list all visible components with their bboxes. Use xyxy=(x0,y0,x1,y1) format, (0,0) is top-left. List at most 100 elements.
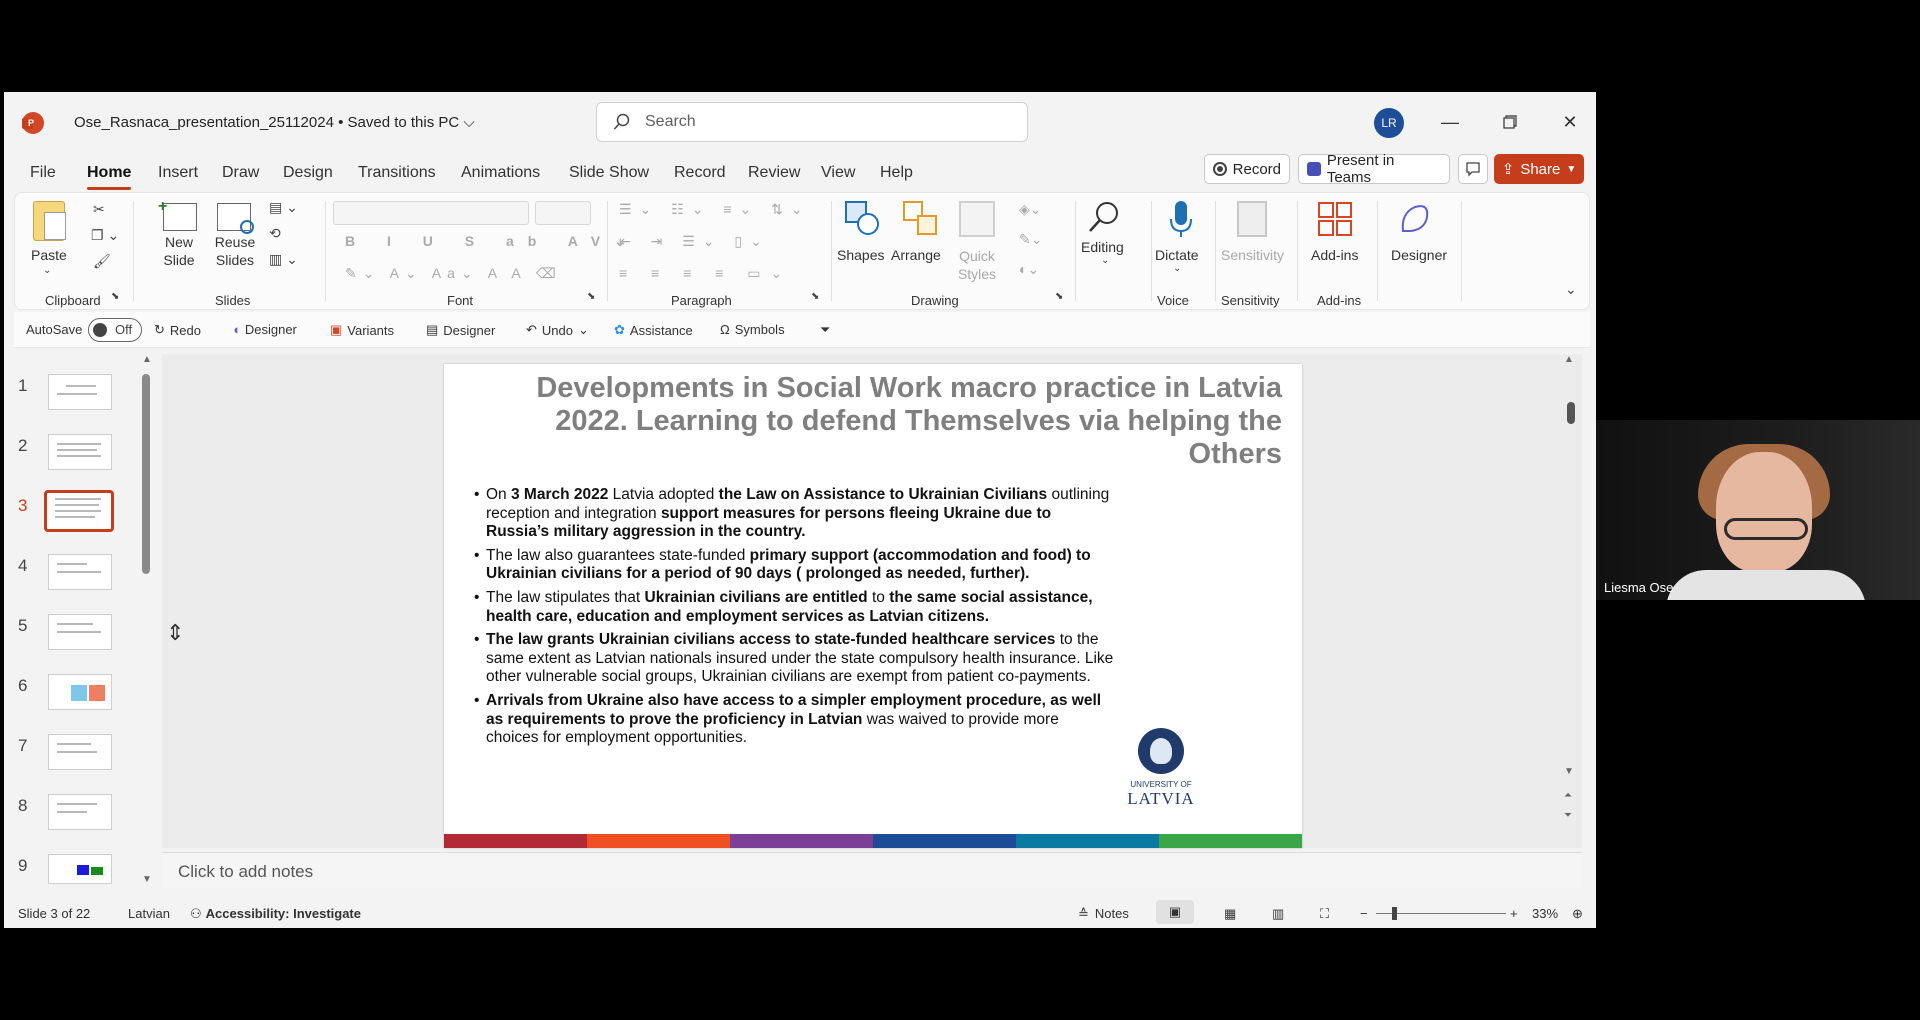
minimize-icon[interactable]: — xyxy=(1430,104,1470,140)
copy-icon[interactable]: ❐ ⌄ xyxy=(91,227,119,244)
accessibility-checker[interactable]: ⚇ Accessibility: Investigate xyxy=(190,906,361,922)
zoom-slider-thumb[interactable] xyxy=(1392,907,1397,920)
record-button[interactable]: Record xyxy=(1204,154,1290,184)
slide-thumbnail-7[interactable] xyxy=(48,734,112,770)
scroll-up-icon[interactable]: ▲ xyxy=(1564,354,1574,365)
zoom-in-icon[interactable]: + xyxy=(1510,906,1518,921)
slide-title[interactable]: Developments in Social Work macro practi… xyxy=(502,372,1282,471)
slide-body[interactable]: On 3 March 2022 Latvia adopted the Law o… xyxy=(474,486,1114,753)
arrange-button[interactable]: Arrange xyxy=(891,247,941,263)
reading-view-icon[interactable]: ▥ xyxy=(1272,906,1284,922)
font-color-icons[interactable]: ✎⌄ A⌄ Aa⌄ A A ⌫ xyxy=(345,265,562,282)
scroll-thumb[interactable] xyxy=(1567,402,1575,424)
avatar[interactable]: LR xyxy=(1374,108,1404,138)
tab-slide-show[interactable]: Slide Show xyxy=(569,164,649,182)
section-icon[interactable]: ▥ ⌄ xyxy=(269,251,298,268)
slide-bullet[interactable]: Arrivals from Ukraine also have access t… xyxy=(474,692,1114,748)
cut-icon[interactable]: ✂ xyxy=(93,201,105,218)
designer-button[interactable]: Designer xyxy=(1391,247,1447,263)
new-slide-icon[interactable]: + xyxy=(158,198,197,231)
slide-thumbnail-6[interactable] xyxy=(48,674,112,710)
editing-button[interactable]: Editing xyxy=(1081,239,1124,255)
slide-counter[interactable]: Slide 3 of 22 xyxy=(18,906,90,921)
tab-file[interactable]: File xyxy=(30,164,56,182)
variants-button[interactable]: ▣ Variants xyxy=(330,322,394,338)
slide-thumbnail-2[interactable] xyxy=(48,434,112,470)
next-slide-icon[interactable]: ⏷ xyxy=(1564,810,1572,821)
chevron-down-icon[interactable]: ⌄ xyxy=(1173,263,1181,274)
close-icon[interactable]: ✕ xyxy=(1550,104,1590,140)
font-name-combobox[interactable] xyxy=(333,201,529,225)
reset-icon[interactable]: ⟲ xyxy=(269,225,281,242)
shapes-button[interactable]: Shapes xyxy=(837,247,884,263)
scroll-up-icon[interactable]: ▲ xyxy=(142,354,152,365)
tab-insert[interactable]: Insert xyxy=(158,164,198,182)
sensitivity-icon[interactable] xyxy=(1237,201,1267,237)
paste-button[interactable]: Paste xyxy=(31,247,67,263)
tab-transitions[interactable]: Transitions xyxy=(358,164,436,182)
tab-animations[interactable]: Animations xyxy=(461,164,540,182)
quick-styles-button[interactable]: Quick Styles xyxy=(955,247,999,283)
slide-thumbnail-3-selected[interactable] xyxy=(44,490,114,532)
slide-sorter-icon[interactable]: ▦ xyxy=(1224,906,1236,922)
previous-slide-icon[interactable]: ⏶ xyxy=(1564,790,1572,801)
slide-thumbnail-8[interactable] xyxy=(48,794,112,830)
tab-home[interactable]: Home xyxy=(87,164,132,190)
reuse-slides-button[interactable]: Reuse Slides xyxy=(213,233,257,269)
bullets-icons[interactable]: ☰⌄ ☷⌄ ≡⌄ ⇅⌄ xyxy=(619,201,811,218)
tab-help[interactable]: Help xyxy=(880,164,913,182)
sensitivity-button[interactable]: Sensitivity xyxy=(1221,247,1284,263)
font-size-combobox[interactable] xyxy=(535,201,591,225)
notes-toggle[interactable]: ≙ Notes xyxy=(1078,906,1129,922)
notes-pane[interactable]: Click to add notes xyxy=(162,852,1582,888)
format-painter-icon[interactable]: 🖌 xyxy=(93,253,111,270)
tab-review[interactable]: Review xyxy=(748,164,800,182)
undo-button[interactable]: ↶ Undo ⌄ xyxy=(526,322,589,338)
arrange-icon[interactable] xyxy=(903,201,939,237)
dialog-launcher-icon[interactable]: ⬊ xyxy=(811,291,819,302)
shape-outline-icon[interactable]: ✎⌄ xyxy=(1019,231,1042,248)
chevron-down-icon[interactable]: ⌄ xyxy=(43,265,51,276)
comments-icon[interactable] xyxy=(1458,154,1488,184)
customize-qat-icon[interactable]: ⏷ xyxy=(820,322,830,338)
paste-icon[interactable] xyxy=(33,201,66,241)
language-indicator[interactable]: Latvian xyxy=(128,906,170,921)
slide[interactable]: Developments in Social Work macro practi… xyxy=(444,364,1302,848)
layout-icon[interactable]: ▤ ⌄ xyxy=(269,199,298,216)
slide-thumbnail-5[interactable] xyxy=(48,614,112,650)
shape-fill-icon[interactable]: ◈⌄ xyxy=(1019,201,1042,218)
shape-effects-icon[interactable]: ◐⌄ xyxy=(1019,261,1039,278)
slide-show-icon[interactable]: ⛶ xyxy=(1320,906,1329,922)
canvas-scrollbar[interactable]: ▲ ▼ ⏶ ⏷ xyxy=(1564,354,1578,848)
shapes-icon[interactable] xyxy=(845,201,881,237)
redo-button[interactable]: ↻ Redo xyxy=(154,322,201,338)
scroll-down-icon[interactable]: ▼ xyxy=(1564,766,1574,777)
tab-record[interactable]: Record xyxy=(674,164,726,182)
designer-quick-button-2[interactable]: ▤ Designer xyxy=(426,322,495,338)
chevron-down-icon[interactable]: ⌄ xyxy=(1565,281,1577,298)
editing-icon[interactable] xyxy=(1087,199,1123,235)
fit-to-window-icon[interactable]: ⊕ xyxy=(1572,906,1583,922)
restore-icon[interactable] xyxy=(1490,104,1530,140)
chevron-down-icon[interactable]: ⌄ xyxy=(1101,255,1109,266)
designer-quick-button[interactable]: ◖ Designer xyxy=(232,322,297,337)
dialog-launcher-icon[interactable]: ⬊ xyxy=(111,291,119,302)
slide-editing-canvas[interactable]: ⇕ Developments in Social Work macro prac… xyxy=(162,354,1582,848)
normal-view-icon[interactable]: ▣ xyxy=(1156,900,1194,924)
reuse-slides-icon[interactable] xyxy=(217,203,254,234)
indent-icons[interactable]: ⇤ ⇥ ☰⌄ ▯⌄ xyxy=(619,233,770,250)
new-slide-button[interactable]: New Slide xyxy=(159,233,199,269)
tab-draw[interactable]: Draw xyxy=(222,164,259,182)
zoom-level[interactable]: 33% xyxy=(1532,906,1558,921)
zoom-out-icon[interactable]: − xyxy=(1360,906,1368,921)
autosave-toggle[interactable]: Off xyxy=(88,318,142,342)
align-icons[interactable]: ≡ ≡ ≡ ≡ ▭⌄ xyxy=(619,265,792,282)
tab-view[interactable]: View xyxy=(821,164,855,182)
quick-styles-icon[interactable] xyxy=(959,201,995,237)
symbols-button[interactable]: Ω Symbols xyxy=(720,322,785,337)
slide-bullet[interactable]: The law also guarantees state-funded pri… xyxy=(474,547,1114,584)
designer-icon[interactable] xyxy=(1397,201,1433,237)
dialog-launcher-icon[interactable]: ⬊ xyxy=(587,291,595,302)
tab-design[interactable]: Design xyxy=(283,164,333,182)
slide-bullet[interactable]: The law grants Ukrainian civilians acces… xyxy=(474,631,1114,687)
